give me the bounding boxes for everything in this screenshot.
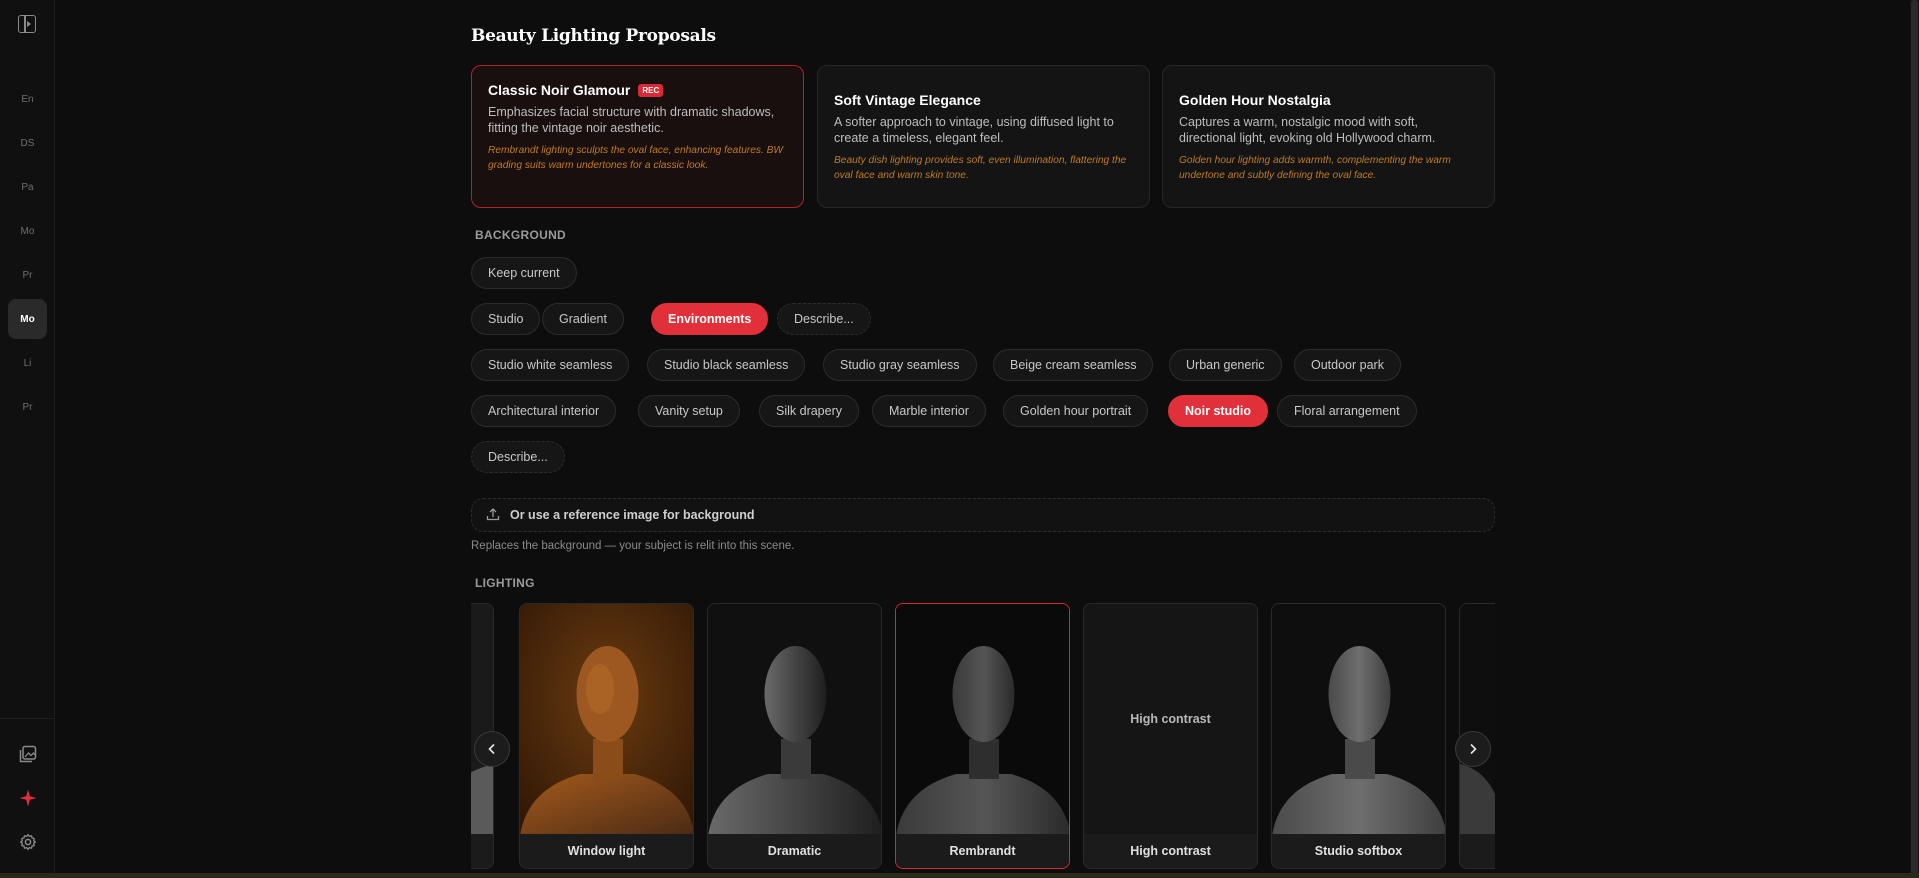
proposal-note: Beauty dish lighting provides soft, even… [834,155,1127,181]
chevron-left-icon [488,743,495,755]
lighting-tile-label [1460,834,1495,868]
lighting-preview-image [1272,604,1445,836]
proposal-card-classic-noir[interactable]: Classic Noir Glamour REC Emphasizes faci… [471,65,804,208]
lighting-tile-rembrandt[interactable]: Rembrandt [895,603,1070,869]
proposal-description: Emphasizes facial structure with dramati… [488,105,775,135]
sparkle-icon[interactable] [18,788,37,807]
lighting-tile-label: Dramatic [708,834,881,868]
background-section-label: BACKGROUND [475,228,566,242]
bottom-bar [0,873,1919,878]
proposal-title: Classic Noir Glamour REC [488,82,787,98]
lighting-tile-label: Window light [520,834,693,868]
lighting-tile-high-contrast[interactable]: High contrast High contrast [1083,603,1258,869]
proposal-card-golden-hour[interactable]: Golden Hour Nostalgia Captures a warm, n… [1162,65,1495,208]
mode-chip-describe[interactable]: Describe... [777,303,871,335]
recommended-badge: REC [638,83,664,97]
keep-current-chip[interactable]: Keep current [471,257,577,289]
lighting-preview-image [896,604,1069,836]
lighting-tile-dramatic[interactable]: Dramatic [707,603,882,869]
preset-chip[interactable]: Beige cream seamless [993,349,1154,381]
reference-image-upload[interactable]: Or use a reference image for background [471,498,1495,532]
lighting-tile-label [471,834,493,868]
preset-chip[interactable]: Outdoor park [1294,349,1401,381]
sidebar-item-1[interactable]: En [0,84,55,114]
lighting-preview-placeholder: High contrast [1084,604,1257,836]
proposal-title-text: Soft Vintage Elegance [834,92,981,108]
proposal-title-text: Classic Noir Glamour [488,82,631,98]
lighting-tile-window-light[interactable]: Window light [519,603,694,869]
upload-icon [486,507,500,524]
carousel-next-button[interactable] [1455,731,1491,767]
preset-chip[interactable]: Studio gray seamless [823,349,977,381]
preset-chip[interactable]: Studio white seamless [471,349,630,381]
proposal-note: Rembrandt lighting sculpts the oval face… [488,145,784,171]
lighting-tile-label: Rembrandt [896,834,1069,868]
lighting-preview-image [708,604,881,836]
proposal-title-text: Golden Hour Nostalgia [1179,92,1331,108]
sidebar-item-3[interactable]: Pa [0,172,55,202]
proposal-title: Golden Hour Nostalgia [1179,92,1478,108]
sidebar-item-6-active[interactable]: Mo [8,299,47,339]
preset-chip[interactable]: Silk drapery [759,395,859,427]
preset-chip-noir-studio[interactable]: Noir studio [1168,395,1268,427]
sidebar-item-8[interactable]: Pr [0,392,55,422]
preset-chip-describe[interactable]: Describe... [471,441,565,473]
sidebar-item-5[interactable]: Pr [0,260,55,290]
sidebar-item-4[interactable]: Mo [0,216,55,246]
mode-chip-environments[interactable]: Environments [651,303,769,335]
mode-chip-gradient[interactable]: Gradient [542,303,624,335]
lighting-tile-label: Studio softbox [1272,834,1445,868]
carousel-prev-button[interactable] [474,731,510,767]
proposal-description: Captures a warm, nostalgic mood with sof… [1179,115,1436,145]
sidebar-divider [0,718,55,719]
lighting-tile-label: High contrast [1084,834,1257,868]
lighting-preview-image [520,604,693,836]
sidebar: En DS Pa Mo Pr Mo Li Pr [0,0,55,878]
preset-chip[interactable]: Vanity setup [638,395,740,427]
upload-label: Or use a reference image for background [510,508,755,522]
sidebar-item-7[interactable]: Li [0,348,55,378]
sidebar-item-2[interactable]: DS [0,128,55,158]
lighting-section-label: LIGHTING [475,576,535,590]
proposal-card-soft-vintage[interactable]: Soft Vintage Elegance A softer approach … [817,65,1150,208]
lighting-preview-image [1460,604,1495,836]
gear-icon[interactable] [18,832,37,851]
preset-chip[interactable]: Golden hour portrait [1003,395,1149,427]
preset-chip[interactable]: Floral arrangement [1277,395,1417,427]
mode-chip-studio[interactable]: Studio [471,303,541,335]
preset-chip[interactable]: Studio black seamless [647,349,806,381]
proposal-note: Golden hour lighting adds warmth, comple… [1179,155,1451,181]
lighting-tile-studio-softbox[interactable]: Studio softbox [1271,603,1446,869]
page-title: Beauty Lighting Proposals [471,26,716,46]
placeholder-text: High contrast [1130,712,1211,726]
preset-chip[interactable]: Architectural interior [471,395,617,427]
lighting-carousel: Window light Dramatic Rembrandt High con… [471,603,1495,869]
gallery-icon[interactable] [18,744,37,763]
background-hint: Replaces the background — your subject i… [471,540,795,552]
chevron-right-icon [1470,743,1477,755]
proposal-description: A softer approach to vintage, using diff… [834,115,1114,145]
proposal-title: Soft Vintage Elegance [834,92,1133,108]
page-scrollbar-thumb[interactable] [1911,0,1918,874]
preset-chip[interactable]: Urban generic [1169,349,1282,381]
toggle-sidebar-icon[interactable] [18,15,36,33]
preset-chip[interactable]: Marble interior [872,395,986,427]
lighting-preview-image [471,604,493,836]
